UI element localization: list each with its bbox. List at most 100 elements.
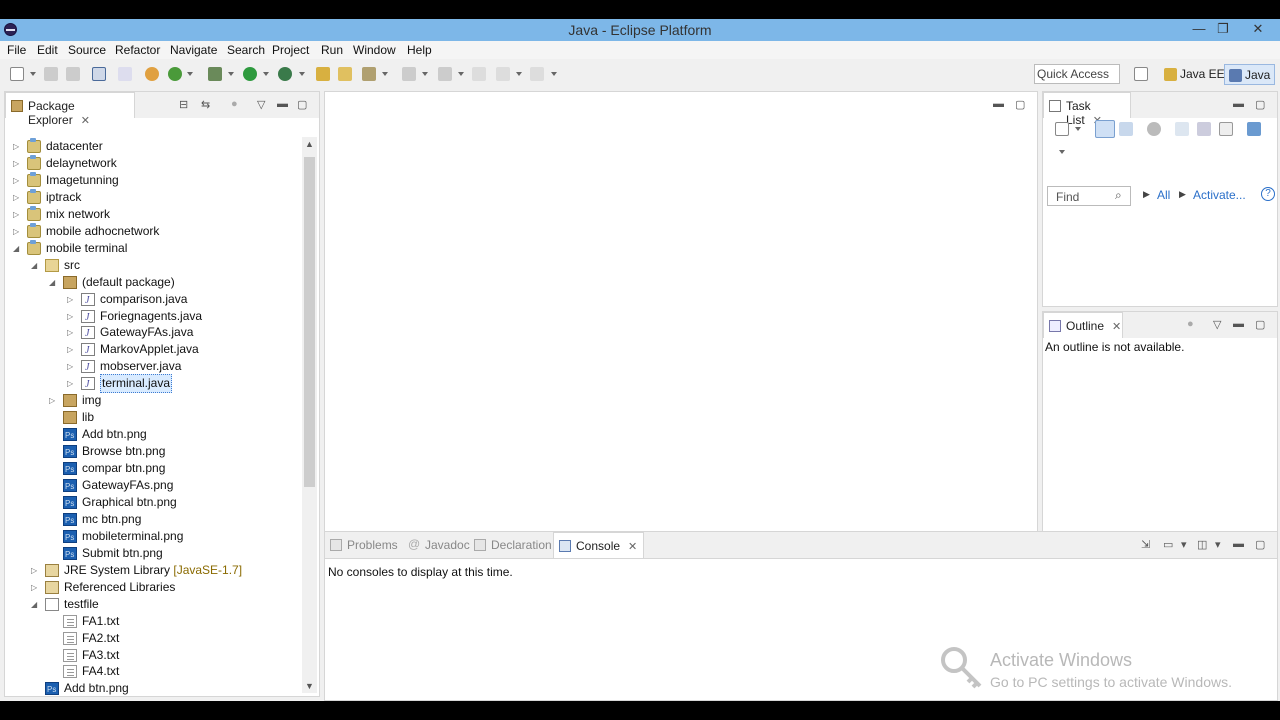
tree-item[interactable]: ▷ iptrack — [13, 188, 293, 206]
tree-item[interactable]: ◢ (default package) — [49, 274, 329, 291]
menu-edit[interactable]: Edit — [37, 43, 58, 57]
minimize-view-icon[interactable]: ▬ — [1233, 538, 1244, 550]
expanded-arrow-icon[interactable]: ◢ — [13, 240, 23, 257]
collapsed-arrow-icon[interactable]: ▷ — [13, 189, 23, 206]
menu-navigate[interactable]: Navigate — [170, 43, 217, 57]
collapsed-arrow-icon[interactable]: ▷ — [13, 206, 23, 223]
chevron-down-icon[interactable] — [382, 72, 388, 76]
tree-item[interactable]: ▷ img — [49, 392, 329, 409]
chevron-down-icon[interactable] — [187, 72, 193, 76]
back-icon[interactable] — [496, 67, 510, 81]
menu-run[interactable]: Run — [321, 43, 343, 57]
tree-item[interactable]: ▷ datacenter — [13, 138, 293, 155]
previous-annotation-icon[interactable] — [438, 67, 452, 81]
expanded-arrow-icon[interactable]: ◢ — [31, 596, 41, 613]
collapsed-arrow-icon[interactable]: ▷ — [13, 138, 23, 155]
tab-package-explorer[interactable]: Package Explorer ✕ — [5, 92, 135, 127]
perspective-java[interactable]: Java — [1224, 64, 1276, 85]
focus-icon[interactable]: ● — [231, 98, 238, 110]
collapsed-arrow-icon[interactable]: ▷ — [13, 223, 23, 240]
collapse-all-icon[interactable]: ⊟ — [179, 98, 188, 111]
expanded-arrow-icon[interactable]: ◢ — [31, 257, 41, 274]
all-link[interactable]: All — [1157, 188, 1170, 202]
maximize-view-icon[interactable]: ▢ — [1255, 318, 1265, 331]
tree-item[interactable]: ◢ src — [31, 257, 311, 274]
tree-item[interactable]: FA1.txt — [49, 613, 329, 630]
skip-breakpoints-icon[interactable] — [118, 67, 132, 81]
close-icon[interactable]: ✕ — [81, 115, 90, 127]
debug-icon[interactable] — [208, 67, 222, 81]
scheduled-icon[interactable] — [1119, 122, 1133, 136]
sync-icon[interactable] — [1197, 122, 1211, 136]
show-ui-legend-icon[interactable] — [1247, 122, 1261, 136]
tree-item[interactable]: FA3.txt — [49, 647, 329, 664]
chevron-down-icon[interactable] — [516, 72, 522, 76]
minimize-view-icon[interactable]: ▬ — [1233, 98, 1244, 110]
scrollbar-thumb[interactable] — [304, 157, 315, 487]
editor-area[interactable]: ▬ ▢ — [324, 91, 1038, 543]
tree-item[interactable]: Graphical btn.png — [49, 494, 329, 512]
open-perspective-icon[interactable] — [1134, 67, 1148, 81]
tree-item[interactable]: Submit btn.png — [49, 545, 329, 563]
restore-button[interactable]: ❐ — [1208, 19, 1238, 39]
tree-item[interactable]: compar btn.png — [49, 460, 329, 478]
tab-javadoc[interactable]: @ Javadoc — [403, 532, 476, 558]
chevron-down-icon[interactable] — [228, 72, 234, 76]
minimize-editor-icon[interactable]: ▬ — [993, 98, 1004, 110]
new-task-icon[interactable] — [1055, 122, 1069, 136]
tree-item[interactable]: ▷ Imagetunning — [13, 171, 293, 189]
menu-window[interactable]: Window — [353, 43, 396, 57]
menu-refactor[interactable]: Refactor — [115, 43, 160, 57]
tree-item[interactable]: ◢ testfile — [31, 596, 311, 613]
tree-item[interactable]: ◢ mobile terminal — [13, 239, 293, 257]
perspective-java-ee[interactable]: Java EE — [1160, 64, 1229, 85]
focus-task-icon[interactable] — [1147, 122, 1161, 136]
chevron-down-icon[interactable] — [458, 72, 464, 76]
save-all-icon[interactable] — [66, 67, 80, 81]
tab-problems[interactable]: Problems — [325, 532, 404, 558]
help-icon[interactable]: ? — [1261, 187, 1275, 201]
run-external-tools-icon[interactable] — [278, 67, 292, 81]
tree-item[interactable]: ▷ Referenced Libraries — [31, 579, 311, 596]
menu-help[interactable]: Help — [407, 43, 432, 57]
close-icon[interactable]: ✕ — [628, 541, 637, 553]
collapsed-arrow-icon[interactable]: ▷ — [31, 562, 41, 579]
open-console-icon[interactable]: ◫ — [1197, 538, 1207, 551]
tree-item[interactable]: mobileterminal.png — [49, 528, 329, 546]
open-folder-icon[interactable] — [338, 67, 352, 81]
new-java-project-icon[interactable] — [145, 67, 159, 81]
display-console-icon[interactable]: ▭ — [1163, 538, 1173, 551]
maximize-view-icon[interactable]: ▢ — [297, 98, 307, 111]
activate-link[interactable]: Activate... — [1193, 188, 1246, 202]
close-button[interactable]: ✕ — [1242, 19, 1274, 39]
collapsed-arrow-icon[interactable]: ▷ — [13, 155, 23, 172]
chevron-down-icon[interactable] — [1075, 127, 1081, 131]
search-tool-icon[interactable] — [362, 67, 376, 81]
hide-completed-icon[interactable] — [1175, 122, 1189, 136]
save-icon[interactable] — [44, 67, 58, 81]
tree-item[interactable]: lib — [49, 409, 329, 426]
maximize-editor-icon[interactable]: ▢ — [1015, 98, 1025, 111]
chevron-down-icon[interactable] — [422, 72, 428, 76]
run-icon[interactable] — [243, 67, 257, 81]
tab-outline[interactable]: Outline ✕ — [1043, 312, 1123, 338]
collapsed-arrow-icon[interactable]: ▷ — [67, 341, 77, 358]
collapsed-arrow-icon[interactable]: ▷ — [67, 324, 77, 341]
link-with-editor-icon[interactable]: ⇆ — [201, 98, 210, 111]
tree-item[interactable]: ▷ delaynetwork — [13, 154, 293, 172]
search-icon[interactable]: ⌕ — [1115, 188, 1122, 203]
minimize-view-icon[interactable]: ▬ — [277, 98, 288, 110]
maximize-view-icon[interactable]: ▢ — [1255, 98, 1265, 111]
tree-item[interactable]: mc btn.png — [49, 511, 329, 529]
chevron-down-icon[interactable] — [30, 72, 36, 76]
minimize-view-icon[interactable]: ▬ — [1233, 318, 1244, 330]
tree-item[interactable]: GatewayFAs.png — [49, 477, 329, 495]
package-explorer-scrollbar[interactable]: ▲ ▼ — [302, 137, 317, 693]
view-menu-icon[interactable]: ▽ — [1213, 318, 1221, 331]
tree-item[interactable]: ▷ mobile adhocnetwork — [13, 222, 293, 240]
collapsed-arrow-icon[interactable]: ▷ — [67, 291, 77, 308]
tab-console[interactable]: Console ✕ — [553, 532, 645, 558]
chevron-down-icon[interactable] — [551, 72, 557, 76]
next-annotation-icon[interactable] — [402, 67, 416, 81]
collapsed-arrow-icon[interactable]: ▷ — [13, 172, 23, 189]
